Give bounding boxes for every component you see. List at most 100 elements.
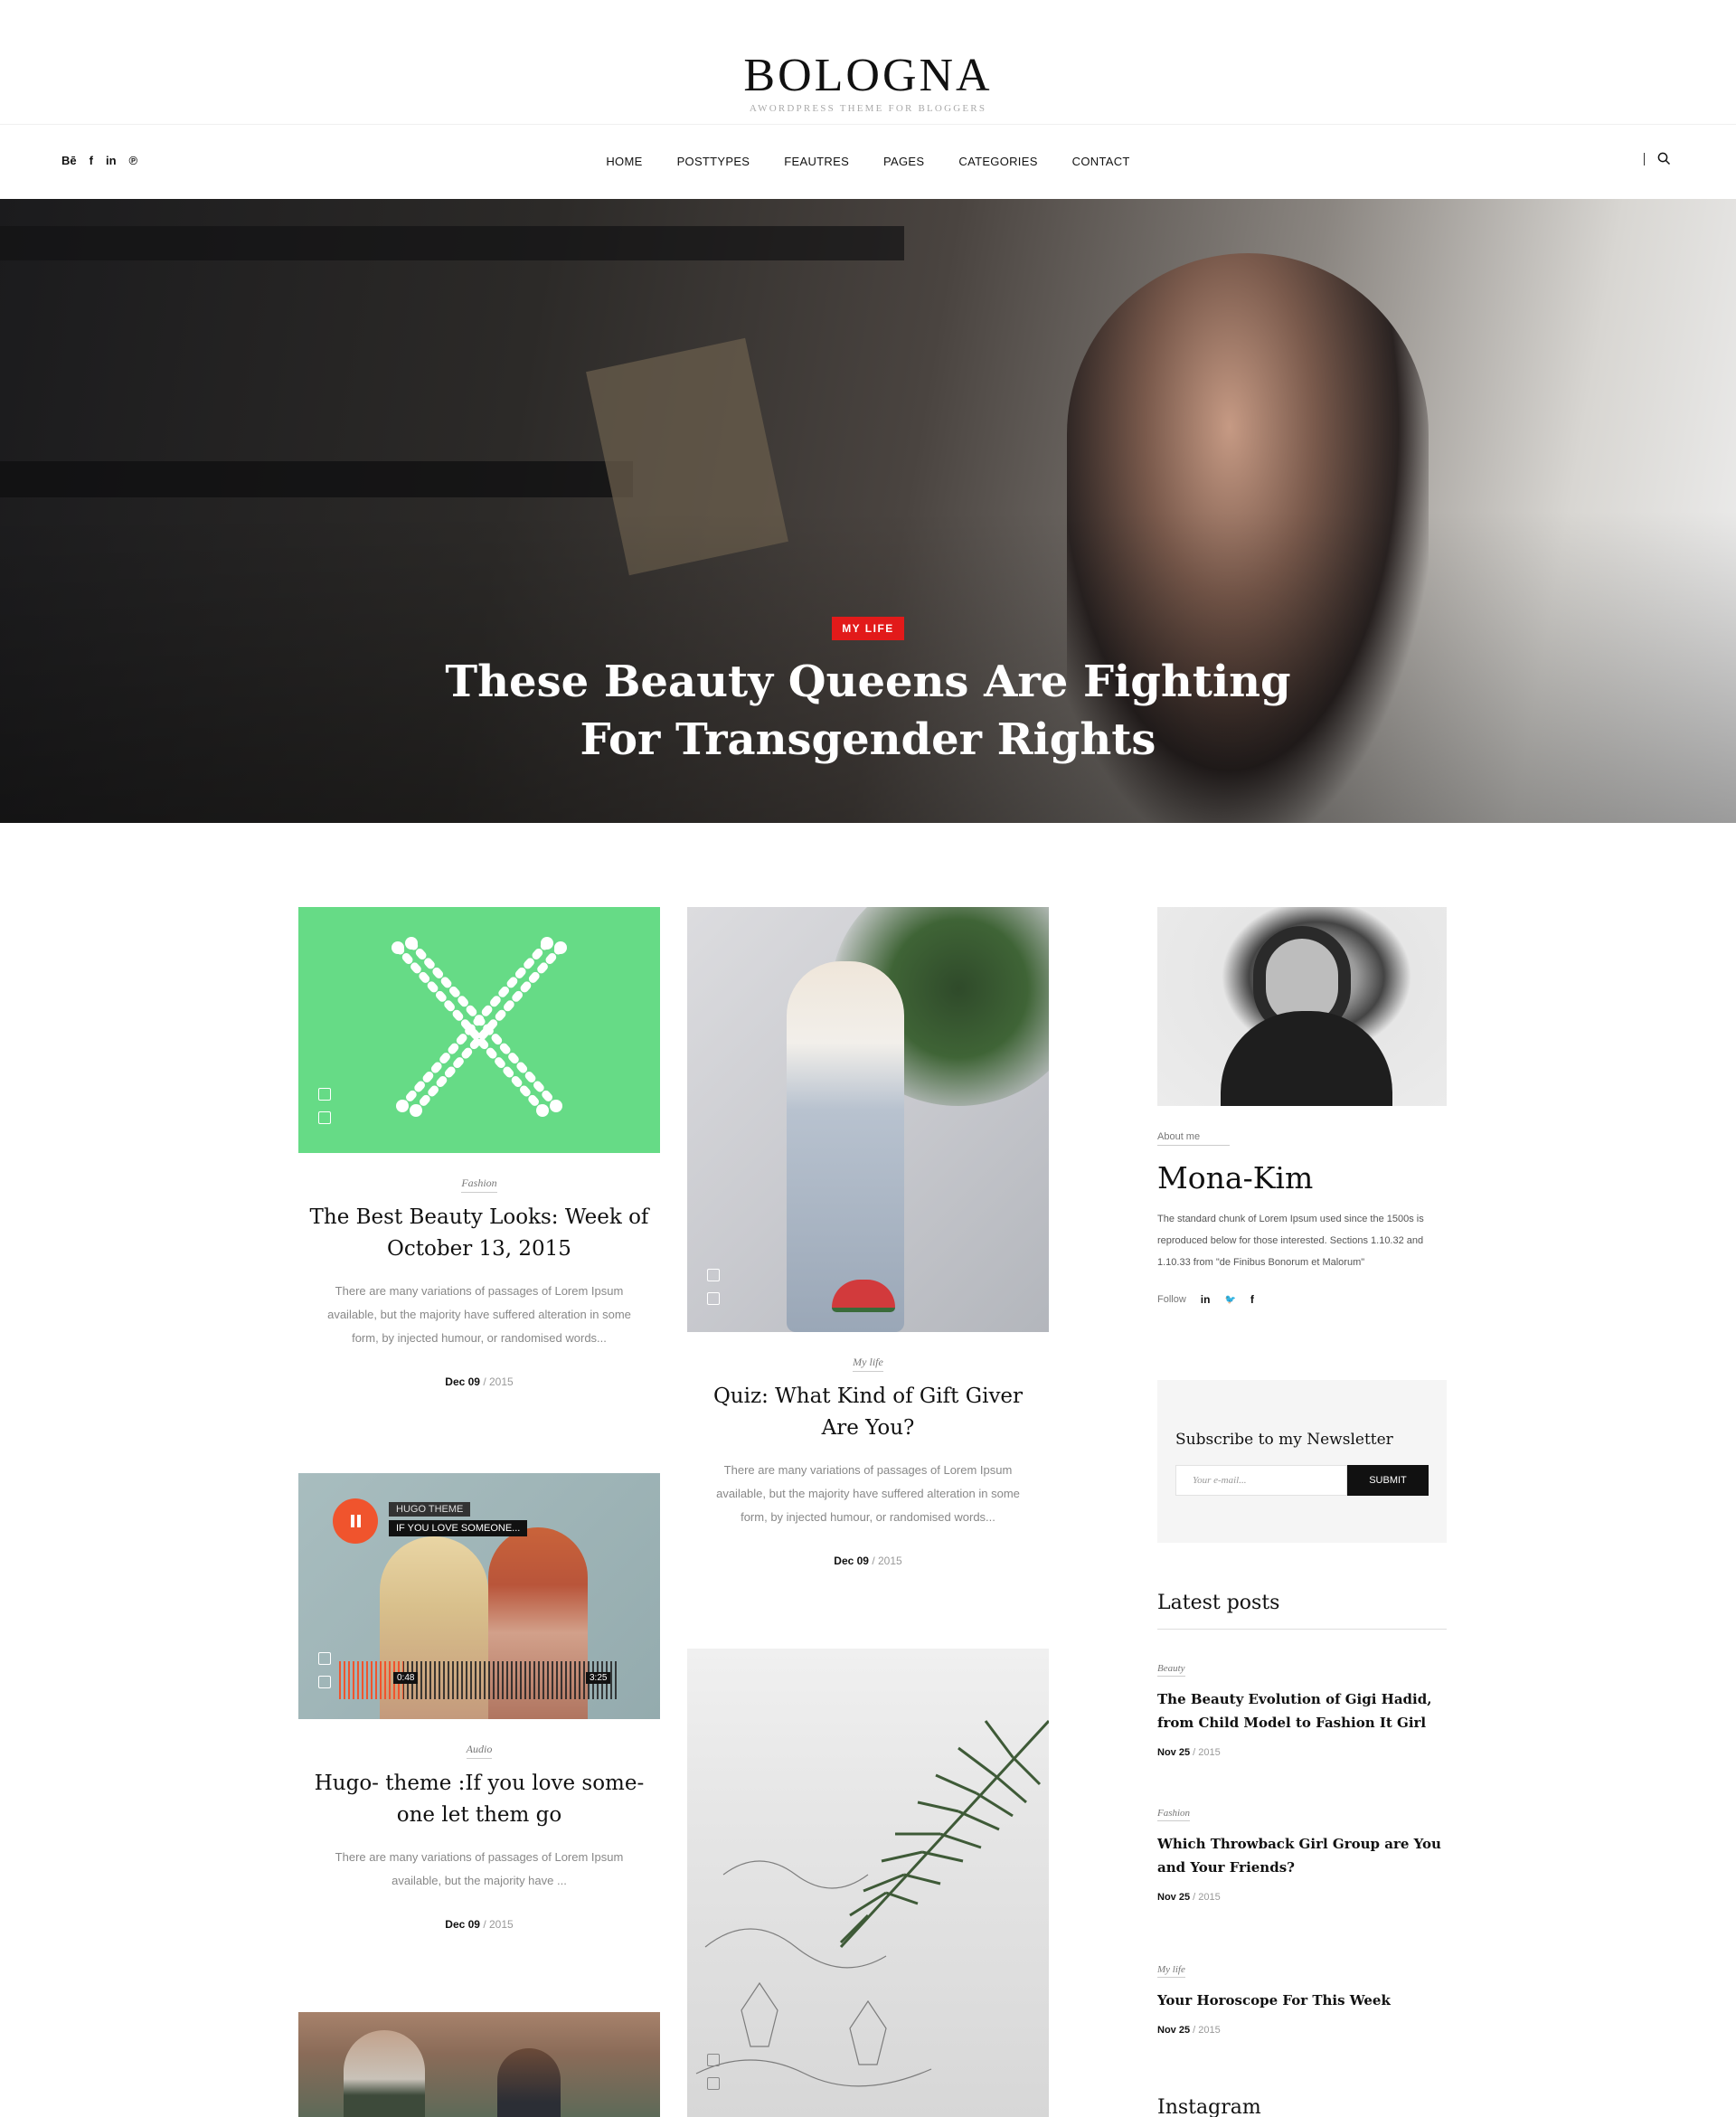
email-field[interactable]: Your e-mail...	[1175, 1465, 1347, 1496]
latest-post-item: My life Your Horoscope For This Week Nov…	[1157, 1961, 1447, 2036]
nav-contact[interactable]: CONTACT	[1072, 155, 1130, 168]
post-title[interactable]: Hugo- theme :If you love some-one let th…	[298, 1768, 660, 1831]
post-date-year: / 2015	[483, 1918, 514, 1931]
logo-subtitle: AWORDPRESS THEME FOR BLOGGERS	[749, 103, 987, 114]
hero-title[interactable]: These Beauty Queens Are Fighting For Tra…	[0, 653, 1736, 769]
post-date: Dec 09 / 2015	[298, 1918, 660, 1931]
newsletter-title: Subscribe to my Newsletter	[1175, 1431, 1393, 1449]
hero-title-line: These Beauty Queens Are Fighting	[445, 657, 1291, 707]
share-icon[interactable]	[707, 1269, 720, 1281]
hero-featured-post[interactable]: MY LIFE These Beauty Queens Are Fighting…	[0, 199, 1736, 823]
latest-post-category[interactable]: My life	[1157, 1964, 1185, 1978]
twitter-icon[interactable]: 🐦	[1224, 1295, 1235, 1305]
post-thumbnail[interactable]	[298, 907, 660, 1153]
latest-post-date: Nov 25 / 2015	[1157, 1747, 1447, 1758]
audio-duration: 3:25	[586, 1672, 611, 1684]
thumb-actions	[318, 1088, 331, 1124]
about-label: About me	[1157, 1131, 1230, 1146]
post-date: Dec 09 / 2015	[298, 1375, 660, 1388]
post-date-day: Dec 09	[834, 1555, 869, 1567]
post-thumbnail[interactable]	[298, 2012, 660, 2117]
latest-post-title[interactable]: Your Horoscope For This Week	[1157, 1989, 1447, 2012]
newsletter-widget: Subscribe to my Newsletter Your e-mail..…	[1157, 1380, 1447, 1543]
post-card-audio: HUGO THEME IF YOU LOVE SOMEONE... 0:48 3…	[298, 1473, 660, 1931]
navigation-bar: Bē f in ℗ HOME POSTTYPES FEAUTRES PAGES …	[0, 125, 1736, 199]
post-thumbnail[interactable]: HUGO THEME IF YOU LOVE SOMEONE... 0:48 3…	[298, 1473, 660, 1719]
audio-artist: HUGO THEME	[389, 1502, 471, 1517]
post-card: My life Quiz: What Kind of Gift Giver Ar…	[687, 907, 1049, 1567]
hero-content: MY LIFE These Beauty Queens Are Fighting…	[0, 617, 1736, 769]
pause-icon	[357, 1515, 361, 1527]
post-date-year: / 2015	[872, 1555, 902, 1567]
follow-label: Follow	[1157, 1294, 1186, 1305]
audio-elapsed: 0:48	[393, 1672, 419, 1684]
main-menu: HOME POSTTYPES FEAUTRES PAGES CATEGORIES…	[0, 155, 1736, 168]
follow-links: Follow in 🐦 f	[1157, 1293, 1447, 1306]
author-body	[1221, 1011, 1392, 1106]
nav-tools	[1644, 152, 1671, 165]
post-category[interactable]: My life	[853, 1356, 883, 1372]
post-excerpt: There are many variations of passages of…	[335, 1850, 624, 1887]
linkedin-icon[interactable]: in	[1201, 1293, 1211, 1306]
latest-post-date-day: Nov 25	[1157, 1747, 1191, 1758]
latest-post-date: Nov 25 / 2015	[1157, 1892, 1447, 1903]
play-pause-button[interactable]	[333, 1498, 378, 1544]
post-thumbnail[interactable]	[687, 907, 1049, 1332]
post-card: Fashion The Best Beauty Looks: Week of O…	[298, 907, 660, 1388]
thumb-actions	[707, 2054, 720, 2090]
latest-post-date-year: / 2015	[1193, 1892, 1221, 1903]
latest-post-date: Nov 25 / 2015	[1157, 2025, 1447, 2036]
nav-home[interactable]: HOME	[606, 155, 642, 168]
author-photo	[1157, 907, 1447, 1106]
latest-posts-title: Latest posts	[1157, 1592, 1447, 1630]
latest-post-category[interactable]: Fashion	[1157, 1808, 1191, 1821]
comment-icon[interactable]	[318, 1676, 331, 1688]
author-name: Mona-Kim	[1157, 1160, 1314, 1196]
latest-post-item: Beauty The Beauty Evolution of Gigi Hadi…	[1157, 1659, 1447, 1758]
latest-post-title[interactable]: Which Throwback Girl Group are You and Y…	[1157, 1832, 1447, 1879]
thumb-actions	[707, 1269, 720, 1305]
post-excerpt: There are many variations of passages of…	[716, 1463, 1020, 1524]
post-date-day: Dec 09	[445, 1375, 480, 1388]
woman-figure-image	[787, 961, 904, 1332]
share-icon[interactable]	[707, 2054, 720, 2066]
pine-branch-illustration	[695, 1719, 1049, 2087]
share-icon[interactable]	[318, 1652, 331, 1665]
submit-button[interactable]: SUBMIT	[1347, 1465, 1429, 1496]
latest-post-date-year: / 2015	[1193, 1747, 1221, 1758]
author-bio: The standard chunk of Lorem Ipsum used s…	[1157, 1214, 1424, 1268]
nav-separator	[1644, 152, 1645, 165]
audio-track: IF YOU LOVE SOMEONE...	[389, 1520, 528, 1536]
post-title[interactable]: Quiz: What Kind of Gift Giver Are You?	[687, 1381, 1049, 1444]
latest-post-item: Fashion Which Throwback Girl Group are Y…	[1157, 1804, 1447, 1903]
facebook-icon[interactable]: f	[1250, 1293, 1254, 1306]
nav-features[interactable]: FEAUTRES	[784, 155, 849, 168]
search-icon[interactable]	[1657, 152, 1671, 165]
nav-pages[interactable]: PAGES	[883, 155, 924, 168]
nav-categories[interactable]: CATEGORIES	[958, 155, 1037, 168]
latest-post-title[interactable]: The Beauty Evolution of Gigi Hadid, from…	[1157, 1687, 1447, 1734]
latest-post-date-day: Nov 25	[1157, 1892, 1191, 1903]
latest-post-date-year: / 2015	[1193, 2025, 1221, 2036]
post-category[interactable]: Audio	[466, 1743, 493, 1759]
instagram-title: Instagram	[1157, 2096, 1261, 2117]
latest-posts-widget: Latest posts Beauty The Beauty Evolution…	[1157, 1592, 1447, 2036]
latest-post-category[interactable]: Beauty	[1157, 1663, 1185, 1677]
comment-icon[interactable]	[318, 1111, 331, 1124]
post-excerpt: There are many variations of passages of…	[327, 1284, 631, 1345]
site-logo[interactable]: BOLOGNA AWORDPRESS THEME FOR BLOGGERS	[0, 52, 1736, 115]
x-sperm-illustration	[392, 937, 567, 1117]
man-figure-image	[344, 2030, 425, 2117]
share-icon[interactable]	[318, 1088, 331, 1101]
thumb-actions	[318, 1652, 331, 1688]
post-thumbnail[interactable]	[687, 1649, 1049, 2117]
hero-title-line: For Transgender Rights	[580, 714, 1156, 765]
nav-posttypes[interactable]: POSTTYPES	[677, 155, 750, 168]
post-category[interactable]: Fashion	[461, 1177, 497, 1193]
comment-icon[interactable]	[707, 1292, 720, 1305]
comment-icon[interactable]	[707, 2077, 720, 2090]
man-figure-image	[497, 2048, 561, 2117]
post-title[interactable]: The Best Beauty Looks: Week of October 1…	[298, 1202, 660, 1265]
hero-category-badge[interactable]: MY LIFE	[832, 617, 904, 640]
about-widget: About me Mona-Kim The standard chunk of …	[1157, 907, 1447, 1306]
